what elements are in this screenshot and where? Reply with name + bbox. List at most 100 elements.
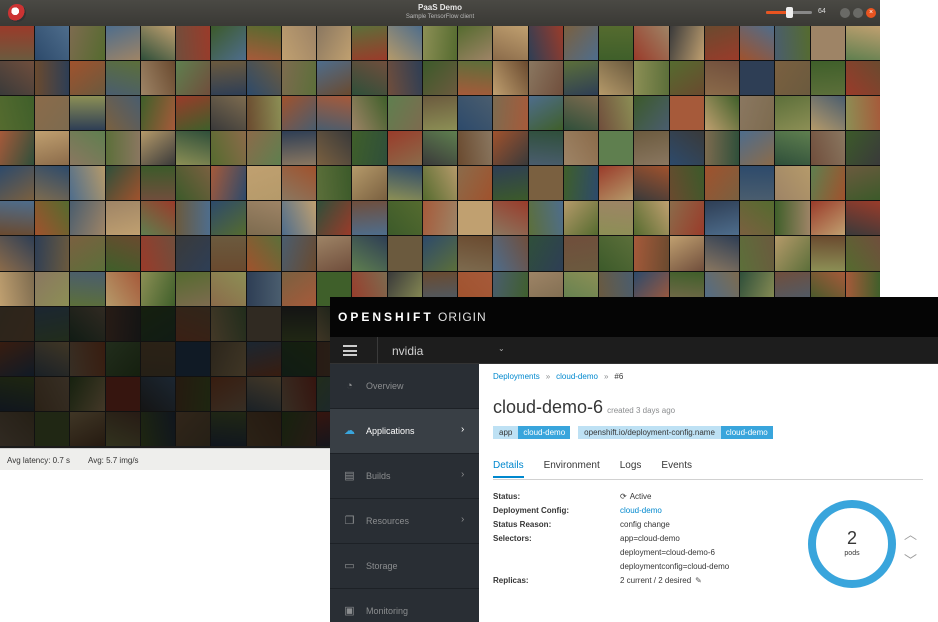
main-content: Deployments » cloud-demo » #6 cloud-demo-6 cr… — [479, 364, 938, 622]
image-thumbnail — [105, 26, 140, 61]
image-thumbnail — [669, 166, 704, 201]
image-thumbnail — [528, 236, 563, 271]
image-thumbnail — [775, 96, 810, 131]
sidebar-item-storage[interactable]: ▭ Storage — [330, 544, 479, 589]
image-thumbnail — [704, 166, 740, 201]
image-thumbnail — [493, 201, 528, 236]
chevron-right-icon: › — [461, 469, 465, 480]
sidebar-item-builds[interactable]: ▤ Builds › — [330, 454, 479, 499]
image-thumbnail — [140, 131, 176, 166]
image-thumbnail — [704, 61, 740, 96]
image-thumbnail — [352, 166, 387, 201]
breadcrumb-config-link[interactable]: cloud-demo — [556, 372, 598, 381]
selector-value: app=cloud-demo — [620, 534, 680, 543]
image-thumbnail — [669, 201, 704, 236]
image-thumbnail — [211, 376, 246, 411]
image-thumbnail — [281, 61, 317, 96]
image-thumbnail — [528, 96, 563, 131]
batch-size-slider[interactable] — [766, 7, 812, 18]
sidebar-item-label: Applications — [366, 426, 415, 436]
image-thumbnail — [493, 96, 528, 131]
image-thumbnail — [35, 376, 70, 411]
breadcrumb-deployments-link[interactable]: Deployments — [493, 372, 540, 381]
batch-slider-thumb[interactable] — [786, 7, 793, 18]
label-value[interactable]: cloud-demo — [720, 426, 773, 439]
image-thumbnail — [422, 61, 458, 96]
image-thumbnail — [528, 131, 563, 166]
scale-up-icon[interactable]: ︿ — [904, 524, 917, 543]
image-thumbnail — [281, 26, 317, 61]
label-key[interactable]: openshift.io/deployment-config.name — [578, 426, 721, 439]
image-thumbnail — [422, 201, 458, 236]
image-thumbnail — [176, 26, 211, 61]
image-thumbnail — [422, 166, 458, 201]
sidebar-item-label: Resources — [366, 516, 410, 526]
labels: app cloud-demo openshift.io/deployment-con… — [493, 426, 781, 439]
image-thumbnail — [493, 236, 528, 271]
image-thumbnail — [810, 201, 845, 236]
chevron-right-icon: › — [461, 424, 465, 435]
image-thumbnail — [105, 306, 140, 341]
image-thumbnail — [176, 131, 211, 166]
tab-environment[interactable]: Environment — [544, 458, 600, 476]
openshift-logo[interactable]: OPENSHIFT ORIGIN — [338, 310, 487, 324]
image-thumbnail — [35, 61, 70, 96]
image-thumbnail — [176, 166, 211, 201]
image-thumbnail — [105, 376, 140, 411]
image-thumbnail — [387, 96, 422, 131]
tab-details[interactable]: Details — [493, 458, 524, 478]
image-thumbnail — [176, 236, 211, 271]
close-button[interactable]: × — [866, 8, 876, 18]
selector-value: deployment=cloud-demo-6 — [620, 548, 715, 557]
minimize-button[interactable] — [840, 8, 850, 18]
image-thumbnail — [563, 131, 599, 166]
maximize-button[interactable] — [853, 8, 863, 18]
image-thumbnail — [563, 236, 599, 271]
label-key[interactable]: app — [493, 426, 519, 439]
detail-selectors-cont: deployment=cloud-demo-6 — [493, 548, 783, 560]
image-thumbnail — [634, 166, 669, 201]
image-thumbnail — [775, 236, 810, 271]
sidebar-item-label: Overview — [366, 381, 404, 391]
image-thumbnail — [352, 201, 387, 236]
sidebar-item-resources[interactable]: ❐ Resources › — [330, 499, 479, 544]
image-thumbnail — [211, 61, 246, 96]
hamburger-menu-icon[interactable] — [343, 345, 357, 356]
sidebar-item-monitoring[interactable]: ▣ Monitoring — [330, 589, 479, 622]
image-thumbnail — [246, 376, 281, 411]
image-thumbnail — [810, 131, 845, 166]
image-thumbnail — [281, 411, 317, 446]
breadcrumb-separator: » — [603, 372, 609, 381]
image-thumbnail — [246, 131, 281, 166]
image-thumbnail — [140, 26, 176, 61]
image-thumbnail — [810, 236, 845, 271]
tab-logs[interactable]: Logs — [620, 458, 642, 476]
image-thumbnail — [493, 131, 528, 166]
image-thumbnail — [775, 166, 810, 201]
image-thumbnail — [70, 341, 105, 376]
label-value[interactable]: cloud-demo — [518, 426, 571, 439]
image-thumbnail — [810, 166, 845, 201]
sidebar-item-label: Builds — [366, 471, 391, 481]
image-thumbnail — [669, 61, 704, 96]
pod-donut-chart: 2 pods — [806, 498, 898, 590]
image-thumbnail — [669, 96, 704, 131]
chevron-down-icon[interactable]: ⌄ — [498, 344, 505, 353]
deployment-config-link[interactable]: cloud-demo — [620, 506, 662, 515]
breadcrumb-current: #6 — [614, 372, 624, 381]
sidebar-item-applications[interactable]: ☁ Applications › — [330, 409, 479, 454]
detail-deployment-config: Deployment Config: cloud-demo — [493, 506, 783, 518]
pencil-icon[interactable]: ✎ — [695, 576, 702, 585]
tab-events[interactable]: Events — [661, 458, 692, 476]
breadcrumb-separator: » — [545, 372, 551, 381]
project-selector[interactable]: nvidia — [392, 344, 423, 358]
scale-down-icon[interactable]: ﹀ — [904, 550, 917, 569]
image-thumbnail — [0, 411, 35, 446]
sidebar-item-overview[interactable]: ◔ Overview — [330, 364, 479, 409]
image-thumbnail — [105, 96, 140, 131]
pod-count: 2 — [846, 528, 857, 548]
image-thumbnail — [458, 166, 493, 201]
detail-status: Status: ⟳ Active — [493, 492, 783, 504]
image-thumbnail — [176, 306, 211, 341]
image-thumbnail — [35, 271, 70, 306]
